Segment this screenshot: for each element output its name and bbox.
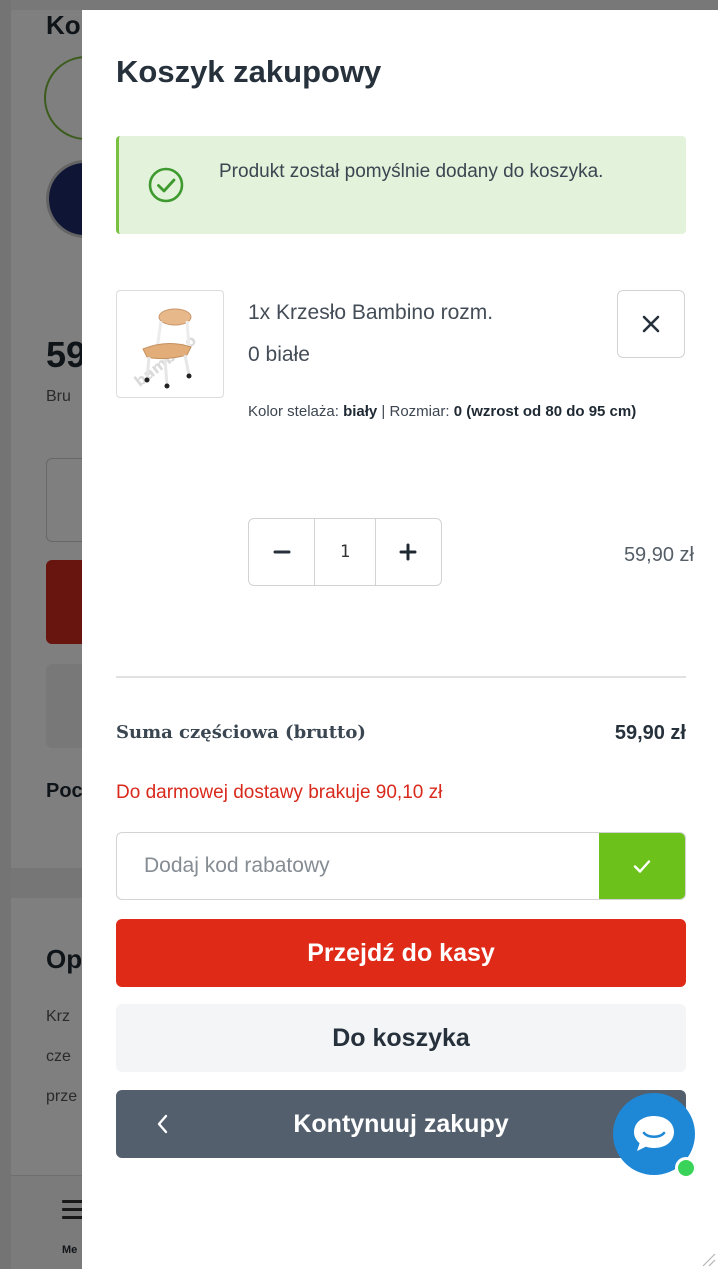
plus-icon: [399, 543, 417, 561]
coupon-form: [116, 832, 686, 900]
chevron-left-icon: [157, 1114, 168, 1134]
continue-shopping-label: Kontynuuj zakupy: [293, 1109, 509, 1138]
remove-item-button[interactable]: [617, 290, 685, 358]
continue-shopping-button[interactable]: Kontynuuj zakupy: [116, 1090, 686, 1158]
check-circle-icon: [147, 166, 185, 204]
increase-quantity-button[interactable]: [376, 519, 441, 585]
summary-divider: [116, 676, 686, 678]
minus-icon: [273, 550, 291, 554]
subtotal-value: 59,90 zł: [614, 722, 686, 744]
free-shipping-notice: Do darmowej dostawy brakuje 90,10 zł: [116, 782, 443, 803]
chair-image: bambino: [131, 308, 200, 391]
cart-title: Koszyk zakupowy: [116, 54, 382, 89]
chat-bubble-icon: [634, 1116, 674, 1151]
coupon-code-input[interactable]: [117, 833, 601, 899]
online-status-dot: [675, 1157, 697, 1179]
attr-color-label: Kolor stelaża:: [248, 403, 339, 420]
cart-drawer: Koszyk zakupowy Produkt został pomyślnie…: [82, 10, 718, 1269]
apply-coupon-button[interactable]: [599, 833, 685, 899]
checkmark-icon: [633, 860, 651, 873]
go-to-cart-button[interactable]: Do koszyka: [116, 1004, 686, 1072]
alert-message: Produkt został pomyślnie dodany do koszy…: [219, 161, 604, 182]
cart-item-name[interactable]: 1x Krzesło Bambino rozm. 0 białe: [248, 292, 508, 376]
attr-color-value: biały: [343, 403, 378, 420]
attr-size-label: Rozmiar:: [389, 403, 450, 420]
cart-item-attributes: Kolor stelaża: biały | Rozmiar: 0 (wzros…: [248, 388, 688, 436]
quantity-value[interactable]: 1: [314, 519, 376, 585]
checkout-button[interactable]: Przejdź do kasy: [116, 919, 686, 987]
resize-grip-icon: [702, 1253, 716, 1267]
success-alert: Produkt został pomyślnie dodany do koszy…: [116, 136, 686, 234]
cart-item-price: 59,90 zł: [623, 544, 694, 566]
decrease-quantity-button[interactable]: [249, 519, 314, 585]
subtotal-label: Suma częściowa (brutto): [116, 722, 366, 743]
quantity-stepper: 1: [248, 518, 442, 586]
close-icon: [642, 315, 660, 333]
attr-size-value: 0 (wzrost od 80 do 95 cm): [453, 403, 637, 420]
attr-separator: |: [381, 403, 386, 420]
product-thumbnail[interactable]: bambino: [116, 290, 224, 398]
